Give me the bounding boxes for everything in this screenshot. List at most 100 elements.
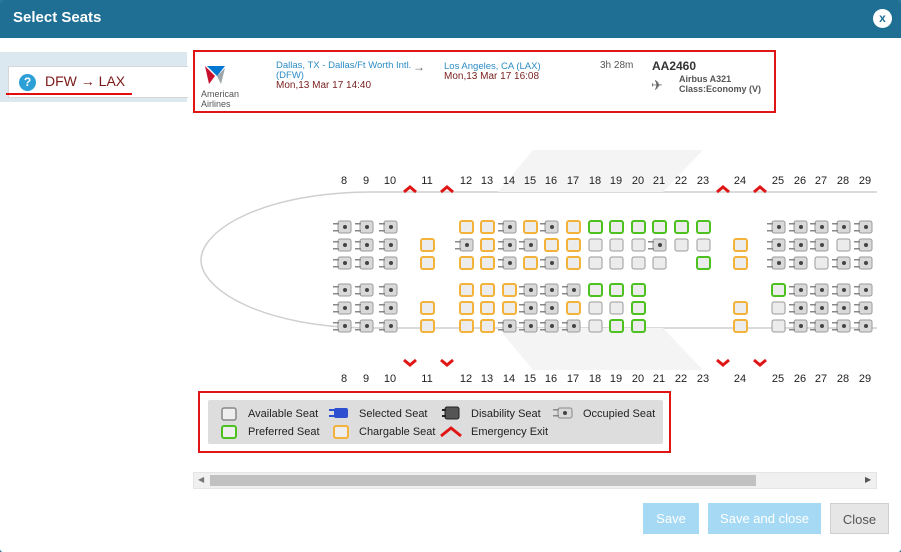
- scrollbar-thumb[interactable]: [210, 475, 756, 486]
- seat: [420, 238, 435, 252]
- seat-armrest: [810, 241, 816, 243]
- row-number-top: 21: [653, 175, 665, 187]
- legend-selected: Selected Seat: [359, 408, 428, 420]
- seat-occupied-dot: [389, 288, 393, 292]
- close-button[interactable]: Close: [830, 503, 889, 534]
- seat-occupied-dot: [864, 225, 868, 229]
- seat-armrest: [355, 322, 361, 324]
- row-number-top: 15: [524, 175, 536, 187]
- seat-armrest: [540, 230, 546, 232]
- seat-occupied-dot: [658, 243, 662, 247]
- seat-occupied-dot: [842, 261, 846, 265]
- seat-armrest: [854, 241, 860, 243]
- seat-armrest: [854, 248, 860, 250]
- seat-armrest: [498, 223, 504, 225]
- seat-armrest: [810, 304, 816, 306]
- seat: [480, 220, 495, 234]
- seat-armrest: [767, 230, 773, 232]
- seat: [480, 319, 495, 333]
- row-number-top: 29: [859, 175, 871, 187]
- row-number-bottom: 26: [794, 373, 806, 385]
- cabin-class: Class:Economy (V): [679, 84, 762, 94]
- emergency-exit-bottom: [403, 358, 417, 367]
- seat-armrest: [854, 329, 860, 331]
- seat-armrest: [333, 248, 339, 250]
- seat: [609, 283, 624, 297]
- seat: [733, 256, 748, 270]
- seat-armrest: [854, 230, 860, 232]
- seat-armrest: [519, 304, 525, 306]
- seat-armrest: [455, 248, 461, 250]
- seat: [631, 319, 646, 333]
- seat-armrest: [519, 248, 525, 250]
- departure-time: Mon,13 Mar 17 14:40: [276, 80, 372, 91]
- row-number-top: 23: [697, 175, 709, 187]
- seat: [566, 238, 581, 252]
- save-and-close-button[interactable]: Save and close: [708, 503, 821, 534]
- seat-armrest: [333, 259, 339, 261]
- seat-armrest: [540, 259, 546, 261]
- seat-occupied-dot: [365, 306, 369, 310]
- seat: [696, 256, 711, 270]
- seat-armrest: [519, 241, 525, 243]
- emergency-exit-bottom: [440, 358, 454, 367]
- scroll-right-icon[interactable]: ▶: [865, 475, 871, 484]
- seat-armrest: [810, 248, 816, 250]
- seat: [502, 283, 517, 297]
- legend-chargable: Chargable Seat: [359, 426, 436, 438]
- seat: [609, 256, 624, 270]
- seat: [771, 319, 786, 333]
- seat-armrest: [355, 241, 361, 243]
- arrival-time: Mon,13 Mar 17 16:08: [444, 71, 540, 82]
- legend-disability: Disability Seat: [471, 408, 541, 420]
- seat-occupied-dot: [508, 225, 512, 229]
- seat-occupied-dot: [777, 243, 781, 247]
- row-number-bottom: 29: [859, 373, 871, 385]
- scroll-left-icon[interactable]: ◀: [198, 475, 204, 484]
- close-icon[interactable]: x: [873, 9, 892, 28]
- seat: [814, 256, 829, 270]
- seat: [609, 220, 624, 234]
- seat-armrest: [767, 266, 773, 268]
- seat-armrest: [767, 259, 773, 261]
- seat-occupied-dot: [365, 261, 369, 265]
- emergency-exit-bottom: [753, 358, 767, 367]
- route-tab-label[interactable]: DFW → LAX: [45, 73, 125, 89]
- seat-occupied-dot: [842, 324, 846, 328]
- seat-armrest: [379, 230, 385, 232]
- row-number-bottom: 11: [421, 373, 432, 385]
- seat-occupied-dot: [343, 225, 347, 229]
- row-number-bottom: 20: [632, 373, 644, 385]
- seat-armrest: [810, 230, 816, 232]
- seat: [631, 301, 646, 315]
- seat: [588, 220, 603, 234]
- seat-occupied-dot: [550, 324, 554, 328]
- aircraft-info: Airbus A321 Class:Economy (V): [679, 74, 761, 94]
- seat: [566, 220, 581, 234]
- seat-armrest: [355, 266, 361, 268]
- seat-armrest: [498, 259, 504, 261]
- seat-armrest: [789, 266, 795, 268]
- seat-armrest: [648, 248, 654, 250]
- seat: [652, 220, 667, 234]
- seat-armrest: [854, 259, 860, 261]
- seat-armrest: [789, 304, 795, 306]
- seat-armrest: [379, 266, 385, 268]
- selected-seat-icon: [329, 408, 348, 418]
- row-number-bottom: 18: [589, 373, 601, 385]
- row-number-top: 13: [481, 175, 493, 187]
- seat-occupied-dot: [529, 306, 533, 310]
- seat-occupied-dot: [508, 261, 512, 265]
- seat-armrest: [832, 230, 838, 232]
- seat: [696, 220, 711, 234]
- seat-occupied-dot: [799, 243, 803, 247]
- plane-icon: ✈: [651, 77, 663, 93]
- seat: [631, 238, 646, 252]
- available-seat-icon: [221, 407, 237, 421]
- seat-armrest: [519, 329, 525, 331]
- seat: [771, 283, 786, 297]
- seat: [523, 256, 538, 270]
- seat-occupied-dot: [389, 306, 393, 310]
- save-button[interactable]: Save: [643, 503, 699, 534]
- seat-armrest: [767, 223, 773, 225]
